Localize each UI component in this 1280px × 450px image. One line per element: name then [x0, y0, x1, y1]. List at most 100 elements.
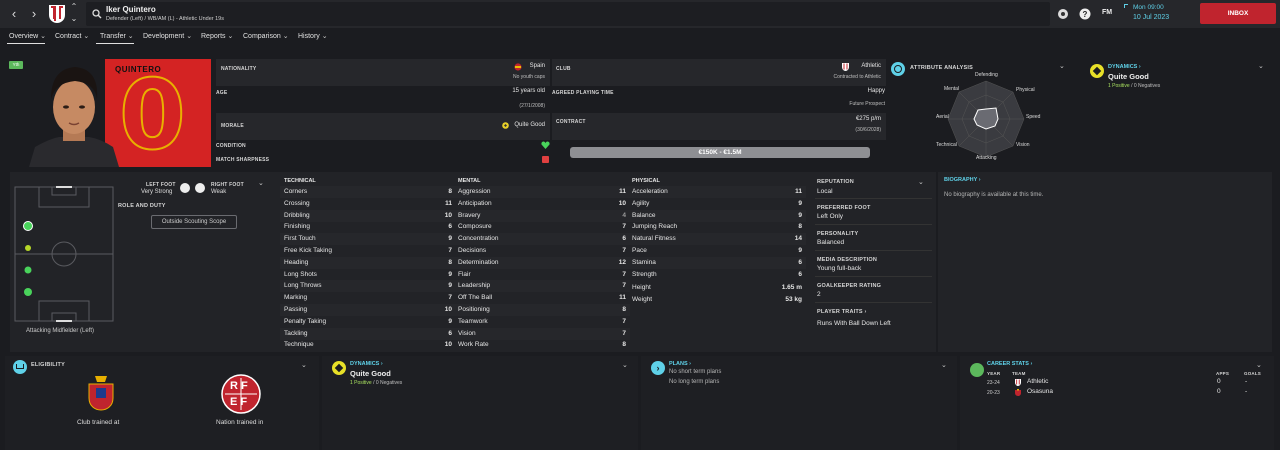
- dynamics-icon: [1090, 64, 1104, 78]
- dynamics-link[interactable]: DYNAMICS ›: [350, 361, 383, 367]
- chevron-down-icon[interactable]: ⌄: [1256, 361, 1262, 369]
- chevron-down-icon[interactable]: ⌄: [941, 361, 947, 369]
- attribute-row[interactable]: Corners 8: [280, 186, 456, 198]
- nation-trained-label: Nation trained in: [216, 419, 264, 426]
- attribute-name: Positioning: [458, 306, 490, 313]
- attribute-row[interactable]: Jumping Reach 8: [628, 221, 806, 233]
- corner-mark: [1124, 4, 1128, 8]
- sharpness-label: MATCH SHARPNESS: [216, 157, 270, 163]
- transfer-value-bar[interactable]: €150K - €1.5M: [570, 147, 870, 158]
- dynamics-value: Quite Good: [350, 369, 391, 378]
- age-label: AGE: [216, 90, 228, 96]
- details-panel: REPUTATION ⌄ Local PREFERRED FOOT Left O…: [812, 172, 936, 352]
- attribute-row[interactable]: First Touch 9: [280, 233, 456, 246]
- attribute-row[interactable]: Leadership 7: [454, 280, 630, 293]
- career-stats-link[interactable]: CAREER STATS ›: [987, 361, 1032, 367]
- attribute-row[interactable]: Off The Ball 11: [454, 292, 630, 304]
- attribute-row[interactable]: Long Shots 9: [280, 269, 456, 281]
- attribute-row[interactable]: Bravery 4: [454, 209, 630, 222]
- attribute-row[interactable]: Concentration 6: [454, 233, 630, 246]
- tab-contract[interactable]: Contract ⌄: [55, 32, 89, 40]
- attribute-row[interactable]: Work Rate 8: [454, 339, 630, 351]
- nationality-value[interactable]: Spain: [530, 63, 545, 69]
- mental-header: MENTAL: [458, 178, 481, 184]
- attribute-row[interactable]: Long Throws 9: [280, 280, 456, 293]
- career-row[interactable]: 20-23 Osasuna 0 -: [987, 388, 1267, 399]
- attribute-row[interactable]: Heading 8: [280, 256, 456, 269]
- inbox-button[interactable]: INBOX: [1200, 3, 1276, 24]
- attribute-name: Penalty Taking: [284, 317, 327, 325]
- help-icon[interactable]: ?: [1079, 8, 1091, 20]
- attribute-value: 6: [448, 329, 452, 337]
- game-date[interactable]: 10 Jul 2023: [1133, 14, 1169, 21]
- attribute-row[interactable]: Crossing 11: [280, 198, 456, 210]
- scouting-scope-button[interactable]: Outside Scouting Scope: [151, 215, 237, 229]
- chevron-down-icon[interactable]: ⌄: [622, 361, 628, 369]
- back-icon[interactable]: ‹: [4, 0, 24, 28]
- attribute-name: Vision: [458, 329, 476, 337]
- fm-logo[interactable]: FM: [1102, 9, 1112, 16]
- attribute-row[interactable]: Aggression 11: [454, 186, 630, 198]
- gk-rating-label: GOALKEEPER RATING: [817, 283, 882, 289]
- plans-panel: › PLANS › No short term plans No long te…: [641, 356, 957, 450]
- career-stats-panel: CAREER STATS › ⌄ YEAR TEAM APPS GOALS 23…: [960, 356, 1274, 450]
- tab-overview[interactable]: Overview ⌄: [9, 32, 46, 40]
- physical-list: Acceleration 11 Agility 9 Balance 9 Jumping Re…: [628, 186, 806, 352]
- forward-icon[interactable]: ›: [24, 0, 44, 28]
- attribute-row[interactable]: Positioning 8: [454, 304, 630, 316]
- morale-value[interactable]: Quite Good: [514, 122, 545, 128]
- attribute-row[interactable]: Finishing 6: [280, 221, 456, 233]
- attribute-row[interactable]: Vision 7: [454, 327, 630, 340]
- attribute-row[interactable]: Anticipation 10: [454, 198, 630, 210]
- tab-history[interactable]: History ⌄: [298, 32, 328, 40]
- attribute-row[interactable]: Balance 9: [628, 209, 806, 222]
- chevron-down-icon[interactable]: ⌄: [1258, 62, 1264, 70]
- attribute-value: 12: [618, 258, 626, 266]
- club-value[interactable]: Athletic: [861, 63, 881, 69]
- attribute-row[interactable]: Acceleration 11: [628, 186, 806, 198]
- plans-link[interactable]: PLANS ›: [669, 361, 691, 367]
- attribute-value: 14: [794, 235, 802, 243]
- attribute-row[interactable]: Passing 10: [280, 304, 456, 316]
- chevron-down-icon[interactable]: ⌄: [1059, 62, 1065, 70]
- attribute-value: 9: [798, 247, 802, 254]
- search-icon[interactable]: [92, 9, 102, 19]
- attribute-row[interactable]: Composure 7: [454, 221, 630, 233]
- biography-link[interactable]: BIOGRAPHY ›: [944, 177, 981, 183]
- attribute-row[interactable]: Tackling 6: [280, 327, 456, 340]
- hover-tab-underline: [96, 43, 134, 44]
- youth-badge: Yth: [9, 61, 23, 69]
- chevron-down-icon[interactable]: ⌄: [918, 178, 924, 186]
- attribute-row[interactable]: Agility 9: [628, 198, 806, 210]
- attribute-row[interactable]: Marking 7: [280, 292, 456, 304]
- attribute-row[interactable]: Teamwork 7: [454, 316, 630, 328]
- positives-count: 1 Positive: [1108, 83, 1130, 89]
- chevron-down-icon[interactable]: ⌄: [64, 12, 84, 26]
- tab-transfer[interactable]: Transfer ⌄: [100, 32, 134, 40]
- attribute-row[interactable]: Decisions 7: [454, 245, 630, 257]
- attribute-row[interactable]: Technique 10: [280, 339, 456, 351]
- technical-list: Corners 8 Crossing 11 Dribbling 10 Finishing 6 F…: [280, 186, 456, 352]
- tab-comparison[interactable]: Comparison ⌄: [243, 32, 289, 40]
- weight-row: Weight 53 kg: [632, 296, 802, 303]
- attribute-row[interactable]: Dribbling 10: [280, 209, 456, 222]
- playing-time-sub: Future Prospect: [849, 101, 885, 107]
- attribute-row[interactable]: Stamina 6: [628, 256, 806, 269]
- attribute-row[interactable]: Pace 9: [628, 245, 806, 257]
- dynamics-link[interactable]: DYNAMICS ›: [1108, 64, 1141, 70]
- attribute-row[interactable]: Flair 7: [454, 269, 630, 281]
- attribute-row[interactable]: Strength 6: [628, 269, 806, 281]
- attribute-row[interactable]: Natural Fitness 14: [628, 233, 806, 246]
- football-icon[interactable]: [1057, 8, 1069, 20]
- tab-reports[interactable]: Reports ⌄: [201, 32, 233, 40]
- attribute-row[interactable]: Determination 12: [454, 256, 630, 269]
- morale-label: MORALE: [221, 123, 244, 129]
- attribute-row[interactable]: Free Kick Taking 7: [280, 245, 456, 257]
- tab-development[interactable]: Development ⌄: [143, 32, 192, 40]
- player-traits-link[interactable]: PLAYER TRAITS ›: [817, 309, 867, 315]
- chevron-down-icon[interactable]: ⌄: [301, 361, 307, 369]
- club-trained-label: Club trained at: [77, 419, 120, 426]
- attribute-value: 6: [798, 270, 802, 278]
- attribute-row[interactable]: Penalty Taking 9: [280, 316, 456, 328]
- chevron-down-icon[interactable]: ⌄: [258, 179, 264, 187]
